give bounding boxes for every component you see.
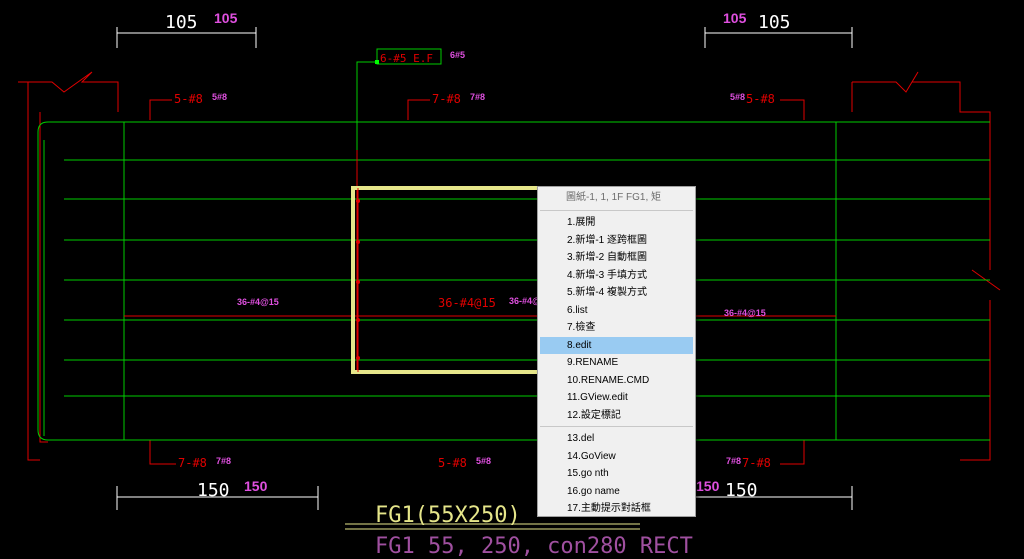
menu-item-edit[interactable]: 8.edit [540,336,693,354]
menu-item-rename[interactable]: 9.RENAME [540,354,693,372]
top-right-dim-text: 105 [758,12,791,33]
beam-spec: FG1 55, 250, con280 RECT [375,534,693,559]
bottom-right-rebar-mag: 7#8 [726,456,741,466]
menu-separator [540,426,693,427]
stirrup-tag-mag: 6#5 [450,50,465,60]
side-right-rebar-mag: 36-#4@15 [724,308,766,318]
menu-item-add-auto[interactable]: 3.新增-2 自動框圖 [540,249,693,267]
stirrup-tag-text: 6-#5 E.F [380,52,433,65]
bottom-left-dim-text: 150 [197,480,230,501]
menu-item-set-mark[interactable]: 12.設定標記 [540,407,693,425]
top-left-dim-text: 105 [165,12,198,33]
menu-item-rename-cmd[interactable]: 10.RENAME.CMD [540,372,693,390]
menu-item-prompt-dialog[interactable]: 17.主動提示對話框 [540,500,693,518]
top-right-dim-mag: 105 [723,10,747,26]
menu-item-del[interactable]: 13.del [540,430,693,448]
beam-name: FG1(55X250) [375,503,521,528]
top-right-rebar-mag: 5#8 [730,92,745,102]
bottom-right-dim-text: 150 [725,480,758,501]
menu-item-go-name[interactable]: 16.go name [540,483,693,501]
bottom-left-dim-mag: 150 [244,478,268,494]
cad-drawing-canvas[interactable]: 105 105 105 105 6-#5 E.F 6#5 5-#8 5#8 7-… [0,0,1024,559]
top-left-dim-mag: 105 [214,10,238,26]
bottom-left-rebar-mag: 7#8 [216,456,231,466]
context-menu-title: 圖紙-1, 1, 1F FG1, 矩 [566,192,662,203]
bottom-right-dim-mag: 150 [696,478,720,494]
menu-item-add-manual[interactable]: 4.新增-3 手填方式 [540,267,693,285]
context-menu[interactable]: 圖紙-1, 1, 1F FG1, 矩 1.展開 2.新增-1 逐跨框圖 3.新增… [537,186,696,517]
top-left-rebar: 5-#8 [174,92,203,106]
bottom-left-rebar: 7-#8 [178,456,207,470]
top-left-rebar-mag: 5#8 [212,92,227,102]
stirrup-tag[interactable] [356,48,442,372]
menu-item-add-span[interactable]: 2.新增-1 逐跨框圖 [540,232,693,250]
top-mid-rebar-mag: 7#8 [470,92,485,102]
top-rebar-lines[interactable] [149,99,805,465]
column-outline[interactable] [18,71,1001,461]
menu-item-gview-edit[interactable]: 11.GView.edit [540,389,693,407]
side-mid-rebar: 36-#4@15 [438,296,496,310]
beam-body[interactable] [37,121,990,441]
menu-item-goview[interactable]: 14.GoView [540,448,693,466]
menu-item-go-nth[interactable]: 15.go nth [540,465,693,483]
menu-separator [540,210,693,211]
top-right-rebar: 5-#8 [746,92,775,106]
side-left-rebar-mag: 36-#4@15 [237,297,279,307]
menu-item-check[interactable]: 7.檢查 [540,319,693,337]
bottom-mid-rebar: 5-#8 [438,456,467,470]
menu-item-expand[interactable]: 1.展開 [540,214,693,232]
menu-item-list[interactable]: 6.list [540,302,693,320]
bottom-mid-rebar-mag: 5#8 [476,456,491,466]
bottom-right-rebar: 7-#8 [742,456,771,470]
top-mid-rebar: 7-#8 [432,92,461,106]
bottom-right-dimension[interactable] [696,486,853,510]
menu-item-add-copy[interactable]: 5.新增-4 複製方式 [540,284,693,302]
